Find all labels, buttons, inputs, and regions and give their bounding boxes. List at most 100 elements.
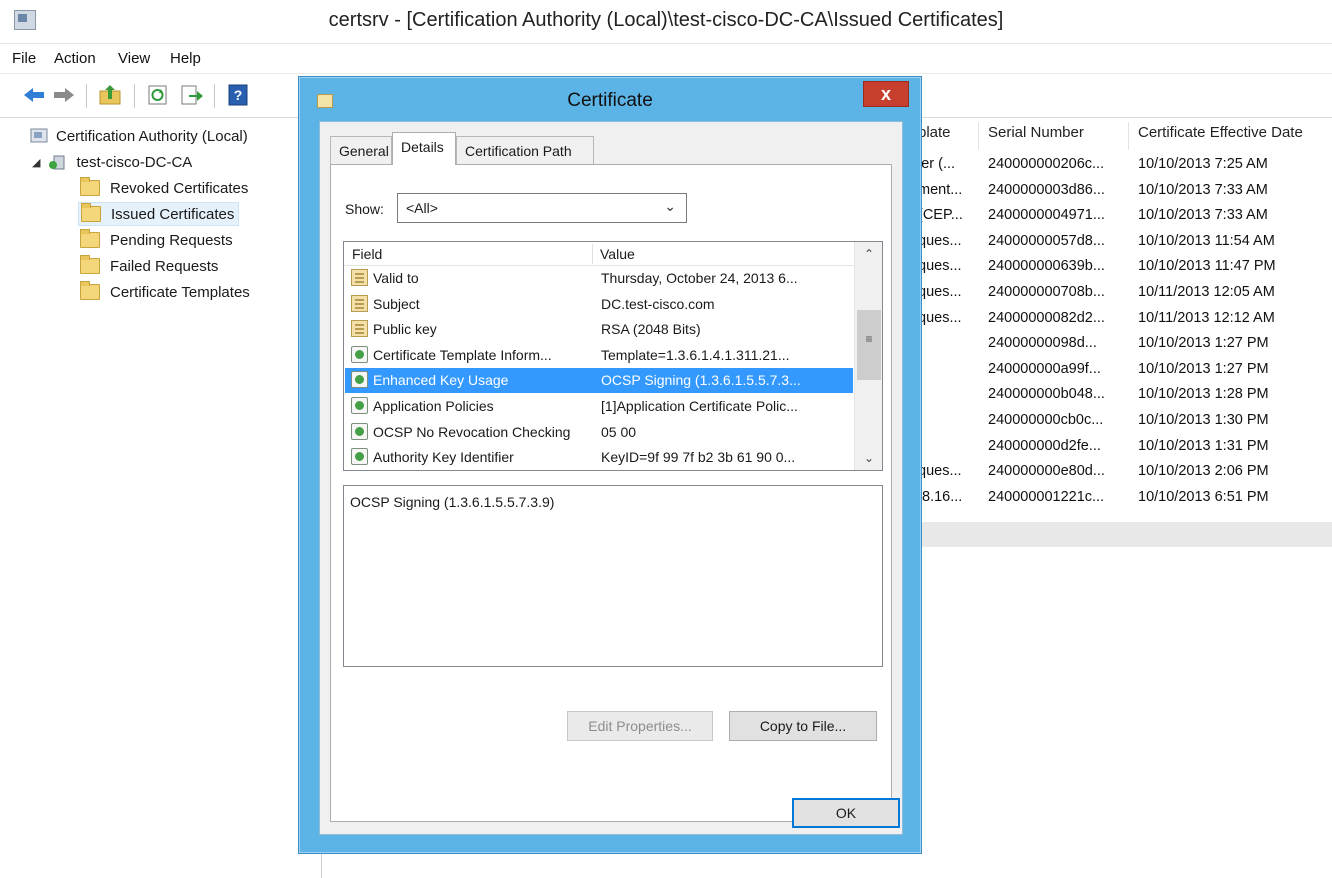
dialog-title: Certificate xyxy=(567,90,653,111)
cell-serial-number: 240000000d2fe... xyxy=(988,437,1101,454)
extension-icon xyxy=(351,448,368,466)
tree-item-pending-requests[interactable]: Pending Requests xyxy=(80,228,233,252)
cell-template: ques... xyxy=(918,463,962,480)
cell-template: ques... xyxy=(918,232,962,249)
field-value: KeyID=9f 99 7f b2 3b 61 90 0... xyxy=(601,449,796,466)
column-divider[interactable] xyxy=(978,122,979,150)
tab-certification-path[interactable]: Certification Path xyxy=(456,136,594,164)
extension-icon xyxy=(351,371,368,389)
edit-properties-button[interactable]: Edit Properties... xyxy=(567,711,713,741)
folder-icon xyxy=(80,255,100,274)
details-tab-panel: Show: <All> ⌄ Field Value Valid to Thursd… xyxy=(330,164,892,822)
cell-effective-date: 10/10/2013 7:25 AM xyxy=(1138,156,1268,172)
column-header-effective-date[interactable]: Certificate Effective Date xyxy=(1138,124,1332,150)
cell-effective-date: 10/10/2013 11:47 PM xyxy=(1138,258,1276,275)
column-header-field[interactable]: Field xyxy=(352,246,382,262)
cell-serial-number: 2400000004971... xyxy=(988,207,1105,224)
certificate-dialog: Certificate x General Details Certificat… xyxy=(298,76,922,854)
field-row[interactable]: Valid to Thursday, October 24, 2013 6... xyxy=(345,266,853,291)
tree-item-issued-certificates[interactable]: Issued Certificates xyxy=(78,202,240,226)
copy-to-file-button[interactable]: Copy to File... xyxy=(729,711,877,741)
cell-effective-date: 10/10/2013 6:51 PM xyxy=(1138,488,1269,505)
tree-item-certificate-templates[interactable]: Certificate Templates xyxy=(80,280,250,304)
field-row[interactable]: Public key RSA (2048 Bits) xyxy=(345,317,853,342)
column-divider[interactable] xyxy=(1128,122,1129,150)
cell-serial-number: 240000000206c... xyxy=(988,156,1105,172)
help-icon[interactable]: ? xyxy=(226,84,250,106)
tree-node-ca[interactable]: ◢ test-cisco-DC-CA xyxy=(32,150,192,174)
cell-template: ment... xyxy=(918,181,963,198)
scroll-down-arrow-icon[interactable]: ⌄ xyxy=(855,446,882,470)
field-value-list[interactable]: Field Value Valid to Thursday, October 24… xyxy=(343,241,883,471)
cell-effective-date: 10/10/2013 11:54 AM xyxy=(1138,232,1275,249)
folder-icon xyxy=(81,203,101,222)
menu-action[interactable]: Action xyxy=(54,50,96,67)
cell-effective-date: 10/10/2013 2:06 PM xyxy=(1138,463,1269,480)
close-button[interactable]: x xyxy=(863,81,909,107)
field-row[interactable]: Subject DC.test-cisco.com xyxy=(345,292,853,317)
show-label: Show: xyxy=(345,201,384,217)
menu-help[interactable]: Help xyxy=(170,50,201,67)
cell-serial-number: 240000000b048... xyxy=(988,386,1105,403)
tree-item-label: Failed Requests xyxy=(110,257,219,275)
toolbar-separator xyxy=(134,84,135,108)
cell-serial-number: 240000000639b... xyxy=(988,258,1105,275)
scrollbar-grip-icon: ≡ xyxy=(865,332,873,346)
cell-serial-number: 24000000098d... xyxy=(988,335,1097,352)
folder-icon xyxy=(80,229,100,248)
up-folder-icon[interactable] xyxy=(98,84,122,106)
cell-serial-number: 2400000003d86... xyxy=(988,181,1105,198)
cell-serial-number: 240000000cb0c... xyxy=(988,412,1104,428)
field-row[interactable]: OCSP No Revocation Checking 05 00 xyxy=(345,420,853,445)
tree-ca-label: test-cisco-DC-CA xyxy=(76,153,193,171)
tree-item-failed-requests[interactable]: Failed Requests xyxy=(80,254,218,278)
certification-authority-icon xyxy=(30,128,48,143)
column-header-template[interactable]: plate xyxy=(918,124,978,150)
field-name: Certificate Template Inform... xyxy=(373,346,552,363)
tab-general[interactable]: General xyxy=(330,136,392,164)
cell-effective-date: 10/10/2013 1:31 PM xyxy=(1138,437,1269,454)
export-list-icon[interactable] xyxy=(180,84,204,106)
show-dropdown[interactable]: <All> ⌄ xyxy=(397,193,687,223)
cell-serial-number: 240000000708b... xyxy=(988,284,1105,300)
cell-effective-date: 10/10/2013 1:30 PM xyxy=(1138,412,1269,428)
field-name: Valid to xyxy=(373,270,419,286)
ca-server-icon xyxy=(49,155,65,170)
cell-effective-date: 10/11/2013 12:05 AM xyxy=(1138,284,1275,300)
cell-serial-number: 24000000057d8... xyxy=(988,232,1105,249)
field-row[interactable]: Application Policies [1]Application Certi… xyxy=(345,394,853,419)
field-detail-textbox[interactable]: OCSP Signing (1.3.6.1.5.5.7.3.9) xyxy=(343,485,883,667)
toolbar-separator xyxy=(214,84,215,108)
column-header-value[interactable]: Value xyxy=(600,246,635,262)
tree-item-label: Revoked Certificates xyxy=(110,179,249,197)
show-dropdown-value: <All> xyxy=(406,200,438,216)
expand-arrow-icon[interactable]: ◢ xyxy=(32,156,40,169)
tree-root-ca-local[interactable]: Certification Authority (Local) xyxy=(30,124,248,148)
scroll-up-arrow-icon[interactable]: ⌃ xyxy=(855,242,882,266)
field-name: Public key xyxy=(373,321,437,338)
field-row[interactable]: Certificate Template Inform... Template=1… xyxy=(345,343,853,368)
field-name: Authority Key Identifier xyxy=(373,449,514,466)
field-row[interactable]: Enhanced Key Usage OCSP Signing (1.3.6.1.… xyxy=(345,368,853,394)
cell-template: ques... xyxy=(918,309,962,326)
field-value: [1]Application Certificate Polic... xyxy=(601,398,798,414)
column-header-serial-number[interactable]: Serial Number xyxy=(988,124,1128,150)
menu-file[interactable]: File xyxy=(12,50,36,67)
cell-effective-date: 10/10/2013 7:33 AM xyxy=(1138,207,1268,224)
field-list-scrollbar[interactable]: ⌃ ≡ ⌄ xyxy=(854,242,882,470)
cell-effective-date: 10/10/2013 1:27 PM xyxy=(1138,335,1269,352)
extension-icon xyxy=(351,422,368,440)
tab-details[interactable]: Details xyxy=(392,132,456,165)
column-divider[interactable] xyxy=(592,244,593,264)
toolbar-separator xyxy=(86,84,87,108)
back-arrow-icon[interactable] xyxy=(22,84,46,106)
cell-template: ler (... xyxy=(918,156,956,172)
refresh-icon[interactable] xyxy=(146,84,170,106)
ok-button[interactable]: OK xyxy=(792,798,900,828)
cell-serial-number: 240000000e80d... xyxy=(988,463,1105,480)
field-row[interactable]: Authority Key Identifier KeyID=9f 99 7f b… xyxy=(345,445,853,470)
cell-effective-date: 10/10/2013 7:33 AM xyxy=(1138,181,1268,198)
tree-item-revoked-certificates[interactable]: Revoked Certificates xyxy=(80,176,248,200)
menu-view[interactable]: View xyxy=(118,50,150,67)
forward-arrow-icon[interactable] xyxy=(52,84,76,106)
